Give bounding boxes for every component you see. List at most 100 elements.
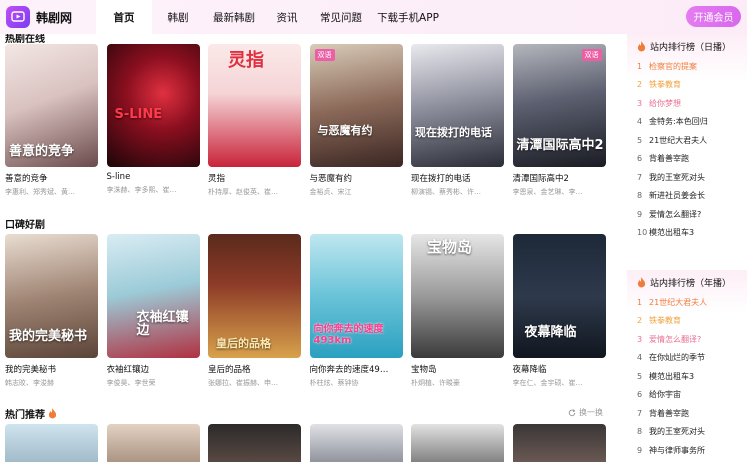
poster-image[interactable]: 我的完美秘书 [5,234,98,358]
card-title[interactable]: 现在拨打的电话 [411,172,504,184]
card-cast: 朴持厚、赵俊英、崔… [208,188,278,196]
poster-image[interactable]: 宝物岛 [411,234,504,358]
drama-card[interactable]: 宝物岛 宝物岛 朴炯植、许畯豪 [411,234,504,388]
drama-card[interactable]: 向你奔去的速度493km 向你奔去的速度49… 朴柱炫、蔡钟协 [309,234,403,388]
praise-row: 我的完美秘书 我的完美秘书 韩志旼、李浚赫 衣袖红镶边 衣袖红镶边 李俊昊、李世… [5,234,614,388]
card-title[interactable]: 衣袖红镶边 [107,363,200,375]
card-cast: 李惠利、郑秀斌、黄… [5,188,75,196]
rank-item[interactable]: 5 21世纪大君夫人 [637,131,737,150]
rank-item[interactable]: 8 新进社员姜会长 [637,187,737,206]
poster-image[interactable] [5,424,98,462]
card-title[interactable]: 夜幕降临 [513,363,606,375]
drama-card[interactable]: 皇后的品格 皇后的品格 张娜拉、崔振赫、申… [208,234,301,388]
poster-image[interactable]: S-LINE [106,44,200,167]
rank-item[interactable]: 4 金特务:本色回归 [637,113,737,132]
drama-card[interactable]: 双语 清潭国际高中2 清潭国际高中2 李恩泉、金艺琳、李… [512,44,606,197]
card-cast: 李洙赫、李多熙、崔… [106,186,177,194]
card-title[interactable]: 皇后的品格 [208,363,301,375]
rank-item[interactable]: 1 21世纪大君夫人 [637,293,737,312]
card-cast: 柳演锡、蔡秀彬、许… [411,188,481,196]
poster-image[interactable] [309,424,403,462]
rank-item[interactable]: 5 模范出租车3 [637,367,737,386]
rank-yearly: 站内排行榜（年播） 1 21世纪大君夫人 2 铁拳教育 3 爱情怎么翻译? 4 在你灿烂… [627,270,747,462]
card-cast: 韩志旼、李浚赫 [5,379,54,387]
rank-item[interactable]: 7 我的王室死对头 [637,168,737,187]
rank-item[interactable]: 1 检察官的提案 [637,57,737,76]
bilingual-badge: 双语 [314,49,335,61]
rank-item[interactable]: 3 给你梦想 [637,94,737,113]
drama-card[interactable] [512,424,606,462]
rank-item[interactable]: 4 在你灿烂的季节 [637,349,737,368]
nav-latest[interactable]: 最新韩剧 [204,0,264,34]
recommend-row [5,424,614,462]
drama-card[interactable]: S-LINE S-line 李洙赫、李多熙、崔… [106,44,200,197]
poster-image[interactable]: 双语 清潭国际高中2 [512,44,606,167]
main-nav: 首页 韩剧 最新韩剧 资讯 常见问题 下载手机APP [96,0,444,34]
poster-image[interactable]: 皇后的品格 [208,234,301,358]
top-header: 韩剧网 首页 韩剧 最新韩剧 资讯 常见问题 下载手机APP 开通会员 [0,0,747,34]
nav-kdrama[interactable]: 韩剧 [152,0,204,34]
rank-item[interactable]: 6 背着善宰跑 [637,150,737,169]
section-title-praise: 口碑好剧 [5,220,45,231]
rank-item[interactable]: 6 给你宇宙 [637,386,737,405]
card-cast: 李恩泉、金艺琳、李… [512,188,583,196]
drama-card[interactable]: 衣袖红镶边 衣袖红镶边 李俊昊、李世荣 [106,234,200,388]
refresh-button[interactable]: 换一换 [568,407,603,418]
poster-image[interactable]: 善意的竞争 [5,44,98,167]
rank-item[interactable]: 9 神与律师事务所 [637,441,737,460]
drama-card[interactable] [5,424,98,462]
rank-item[interactable]: 3 爱情怎么翻译? [637,330,737,349]
card-cast: 李俊昊、李世荣 [106,379,156,387]
drama-card[interactable]: 善意的竞争 善意的竞争 李惠利、郑秀斌、黄… [5,44,98,197]
card-title[interactable]: 与恶魔有约 [310,172,403,184]
drama-card[interactable]: 现在拨打的电话 现在拨打的电话 柳演锡、蔡秀彬、许… [411,44,504,197]
poster-image[interactable]: 向你奔去的速度493km [309,234,403,358]
card-title[interactable]: 我的完美秘书 [5,363,98,375]
card-title[interactable]: 宝物岛 [411,363,504,375]
poster-image[interactable]: 现在拨打的电话 [411,44,504,167]
rank-item[interactable]: 2 铁拳教育 [637,76,737,95]
drama-card[interactable] [208,424,301,462]
drama-card[interactable] [411,424,504,462]
rank-item[interactable]: 2 铁拳教育 [637,312,737,331]
fire-icon [48,408,57,419]
card-cast: 李在仁、金宇硕、崔… [512,379,583,387]
drama-card[interactable]: 灵指 灵指 朴持厚、赵俊英、崔… [208,44,301,197]
rank-item[interactable]: 10 模范出租车3 [637,224,737,243]
poster-image[interactable]: 衣袖红镶边 [106,234,200,358]
rank-item[interactable]: 9 爱情怎么翻译? [637,205,737,224]
poster-image[interactable] [208,424,301,462]
poster-image[interactable] [512,424,606,462]
poster-image[interactable]: 双语 与恶魔有约 [309,44,403,167]
rank-item[interactable]: 7 背着善宰跑 [637,404,737,423]
fire-icon [637,277,646,288]
card-title[interactable]: S-line [107,172,200,182]
refresh-icon [568,408,576,416]
site-logo[interactable]: 韩剧网 [6,6,96,28]
card-title[interactable]: 清潭国际高中2 [513,172,606,184]
vip-button[interactable]: 开通会员 [686,6,741,27]
drama-card[interactable]: 夜幕降临 夜幕降临 李在仁、金宇硕、崔… [512,234,606,388]
drama-card[interactable]: 双语 与恶魔有约 与恶魔有约 金裕贞、宋江 [309,44,403,197]
nav-faq[interactable]: 常见问题 [310,0,372,34]
drama-card[interactable]: 我的完美秘书 我的完美秘书 韩志旼、李浚赫 [5,234,98,388]
card-cast: 张娜拉、崔振赫、申… [208,379,278,387]
poster-image[interactable]: 灵指 [208,44,301,167]
rank-item[interactable]: 8 我的王室死对头 [637,423,737,442]
section-title-recommend: 热门推荐 [5,406,57,421]
card-title[interactable]: 向你奔去的速度49… [310,363,403,375]
nav-home[interactable]: 首页 [96,0,152,34]
poster-image[interactable] [106,424,200,462]
poster-image[interactable] [411,424,504,462]
card-title[interactable]: 善意的竞争 [5,172,98,184]
site-name: 韩剧网 [36,10,73,25]
nav-download-app[interactable]: 下载手机APP [372,0,444,34]
fire-icon [637,41,646,52]
nav-news[interactable]: 资讯 [264,0,310,34]
play-logo-icon [6,6,30,28]
poster-image[interactable]: 夜幕降临 [512,234,606,358]
drama-card[interactable] [309,424,403,462]
card-title[interactable]: 灵指 [208,172,301,184]
drama-card[interactable] [106,424,200,462]
rank-yearly-title: 站内排行榜（年播） [637,276,737,289]
